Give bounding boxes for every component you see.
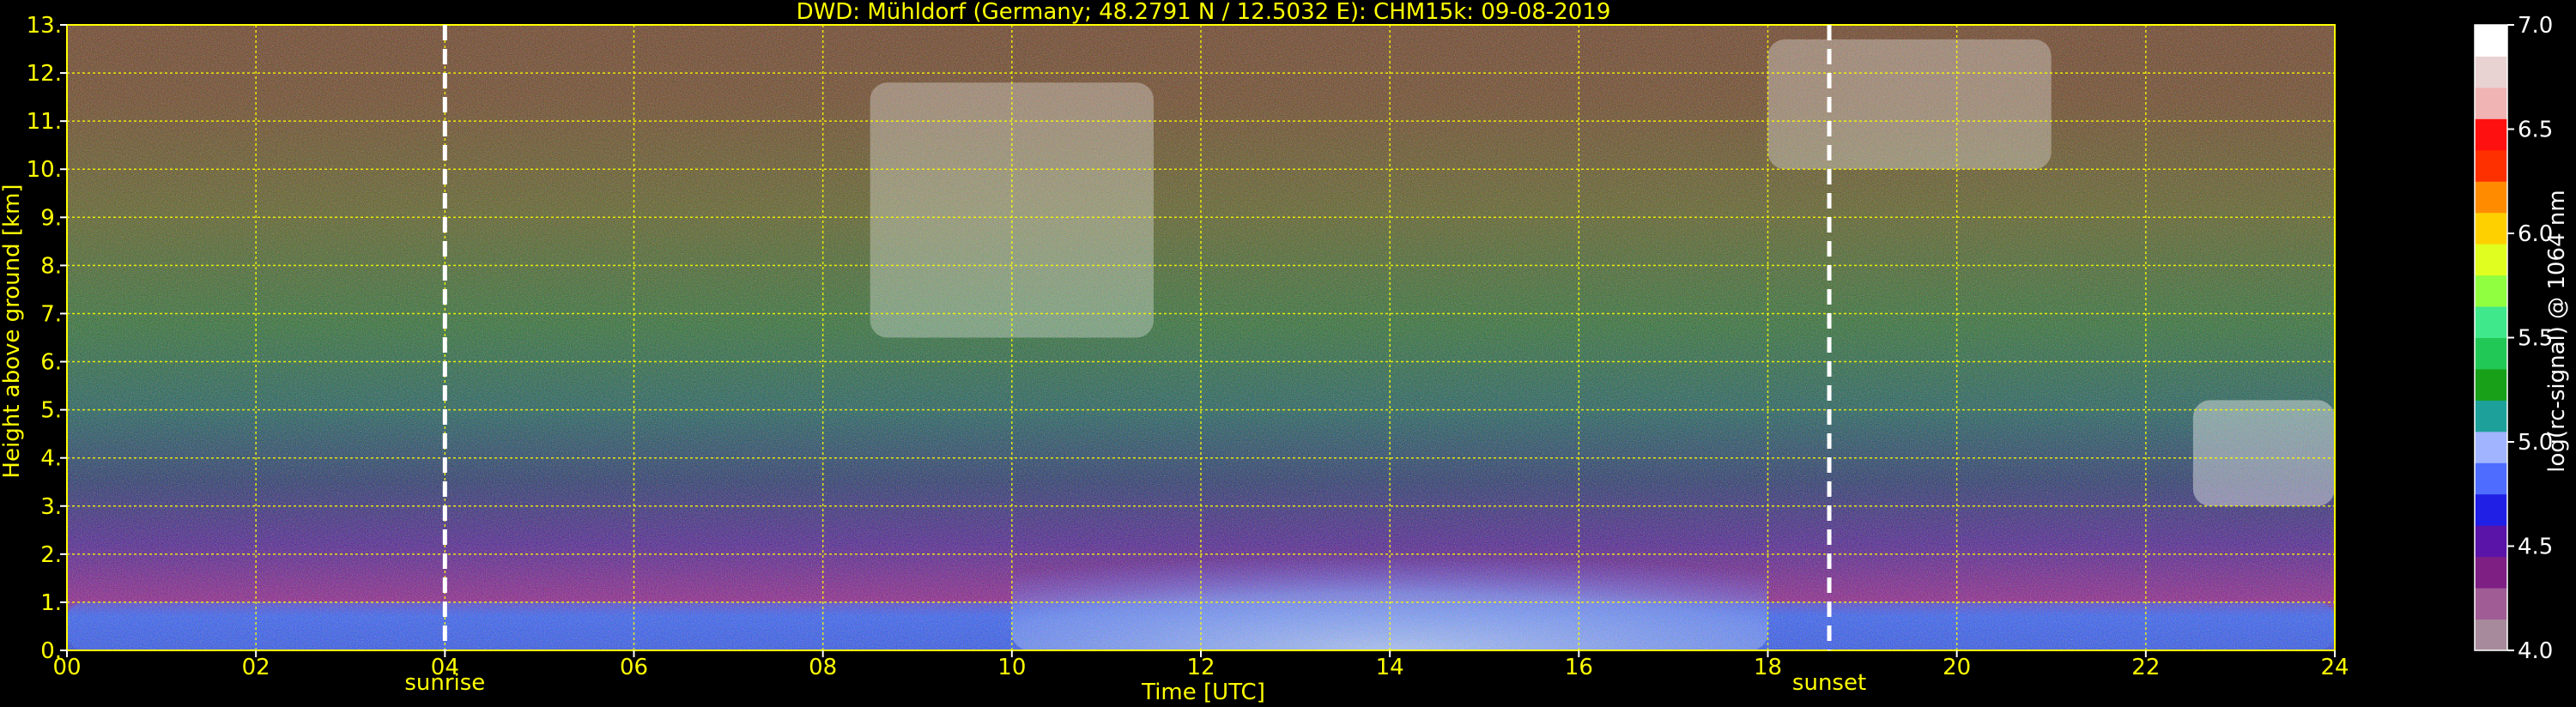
colorbar-tick-label: 6.5 xyxy=(2518,118,2553,143)
colorbar-segment xyxy=(2475,244,2507,276)
y-tick-label: 5. xyxy=(40,398,62,424)
y-tick-label: 10. xyxy=(27,157,62,183)
ceilometer-chart: sunrise sunset 00 02 04 06 08 10 12 14 16 18 20 22 24… xyxy=(0,0,2570,705)
colorbar-segment xyxy=(2475,588,2507,620)
colorbar-segment xyxy=(2475,212,2507,245)
colorbar-tick-label: 7.0 xyxy=(2518,13,2553,39)
x-tick-label: 24 xyxy=(2320,655,2349,680)
colorbar-segment xyxy=(2475,400,2507,432)
x-tick-label: 08 xyxy=(809,655,837,680)
marker-label-sunset: sunset xyxy=(1792,670,1866,696)
colorbar-tick-label: 4.0 xyxy=(2518,638,2553,664)
y-tick-label: 4. xyxy=(40,446,62,472)
x-tick-label: 22 xyxy=(2131,655,2160,680)
colorbar-segment xyxy=(2475,619,2507,651)
x-tick-label: 02 xyxy=(242,655,270,680)
colorbar: 4.04.55.05.56.06.57.0 xyxy=(2474,13,2553,664)
colorbar-segment xyxy=(2475,368,2507,401)
x-tick-label: 20 xyxy=(1943,655,1971,680)
y-axis-label: Height above ground [km] xyxy=(0,184,25,478)
colorbar-segment xyxy=(2475,525,2507,558)
y-tick-label: 9. xyxy=(40,205,62,231)
colorbar-segment xyxy=(2475,462,2507,495)
y-tick-label: 12. xyxy=(27,61,62,87)
y-tick-label: 11. xyxy=(27,109,62,135)
colorbar-segment xyxy=(2475,431,2507,463)
y-tick-label: 13. xyxy=(27,13,62,39)
colorbar-segment xyxy=(2475,337,2507,370)
colorbar-label: log(rc-signal) @ 1064 nm xyxy=(2544,190,2570,472)
x-axis-label: Time [UTC] xyxy=(1141,680,1265,705)
colorbar-segment xyxy=(2475,306,2507,338)
colorbar-segment xyxy=(2475,556,2507,589)
y-tick-label: 2. xyxy=(40,542,62,568)
colorbar-segment xyxy=(2475,149,2507,182)
x-tick-label: 10 xyxy=(997,655,1026,680)
x-tick-label: 06 xyxy=(620,655,648,680)
colorbar-tick-label: 4.5 xyxy=(2518,535,2553,560)
x-tick-label: 12 xyxy=(1186,655,1215,680)
colorbar-segment xyxy=(2475,87,2507,119)
y-tick-label: 0. xyxy=(40,638,62,664)
y-tick-label: 7. xyxy=(40,301,62,327)
colorbar-segment xyxy=(2475,118,2507,151)
x-tick-label: 16 xyxy=(1565,655,1593,680)
y-tick-label: 6. xyxy=(40,350,62,376)
colorbar-segment xyxy=(2475,25,2507,57)
y-tick-label: 8. xyxy=(40,253,62,279)
colorbar-segment xyxy=(2475,493,2507,526)
chart-title: DWD: Mühldorf (Germany; 48.2791 N / 12.5… xyxy=(797,0,1611,25)
colorbar-segment xyxy=(2475,56,2507,88)
x-tick-label: 04 xyxy=(431,655,459,680)
colorbar-segment xyxy=(2475,181,2507,214)
y-tick-label: 1. xyxy=(40,590,62,616)
x-tick-label: 18 xyxy=(1754,655,1782,680)
colorbar-segment xyxy=(2475,275,2507,307)
y-tick-label: 3. xyxy=(40,494,62,520)
x-tick-label: 14 xyxy=(1376,655,1404,680)
